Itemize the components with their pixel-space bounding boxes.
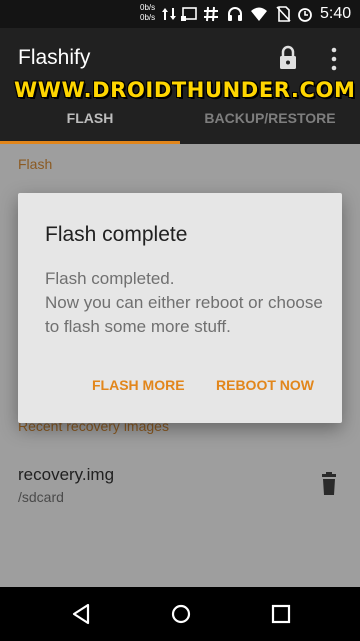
recent-file-path: /sdcard bbox=[18, 489, 64, 505]
recent-file-name[interactable]: recovery.img bbox=[18, 465, 114, 485]
back-icon[interactable] bbox=[68, 601, 94, 627]
dialog-title: Flash complete bbox=[45, 223, 188, 246]
watermark: WWW.DROIDTHUNDER.COM bbox=[14, 78, 356, 102]
recent-apps-icon[interactable] bbox=[268, 601, 294, 627]
home-icon[interactable] bbox=[168, 601, 194, 627]
flash-more-button[interactable]: FLASH MORE bbox=[92, 377, 185, 393]
status-bar: 0b/s 0b/s 5:40 bbox=[0, 0, 360, 28]
app-title: Flashify bbox=[18, 46, 91, 69]
wifi-icon bbox=[251, 7, 267, 21]
tab-flash[interactable]: FLASH bbox=[0, 108, 180, 144]
reboot-now-button[interactable]: REBOOT NOW bbox=[216, 377, 314, 393]
section-header-flash: Flash bbox=[18, 156, 53, 172]
flash-complete-dialog: Flash complete Flash completed. Now you … bbox=[18, 193, 342, 423]
delete-icon[interactable] bbox=[318, 472, 340, 496]
lock-icon[interactable] bbox=[276, 44, 300, 72]
cast-icon bbox=[181, 7, 197, 21]
dialog-message-line1: Flash completed. bbox=[45, 269, 175, 288]
headphones-icon bbox=[228, 7, 242, 21]
data-arrows-icon bbox=[162, 8, 176, 20]
dialog-message-line2: Now you can either reboot or choose to f… bbox=[45, 293, 323, 336]
app-bar: Flashify WWW.DROIDTHUNDER.COM FLASH BACK… bbox=[0, 28, 360, 144]
clock: 5:40 bbox=[320, 5, 352, 22]
tab-backup-restore[interactable]: BACKUP/RESTORE bbox=[180, 108, 360, 144]
more-options-icon[interactable] bbox=[326, 46, 342, 72]
hash-icon bbox=[204, 6, 218, 22]
network-speed: 0b/s 0b/s bbox=[140, 3, 155, 23]
alarm-icon bbox=[298, 8, 312, 22]
dialog-message: Flash completed. Now you can either rebo… bbox=[45, 267, 335, 339]
no-sim-icon bbox=[276, 6, 291, 22]
download-speed: 0b/s bbox=[140, 13, 156, 22]
navigation-bar bbox=[0, 587, 360, 641]
upload-speed: 0b/s bbox=[140, 3, 156, 12]
